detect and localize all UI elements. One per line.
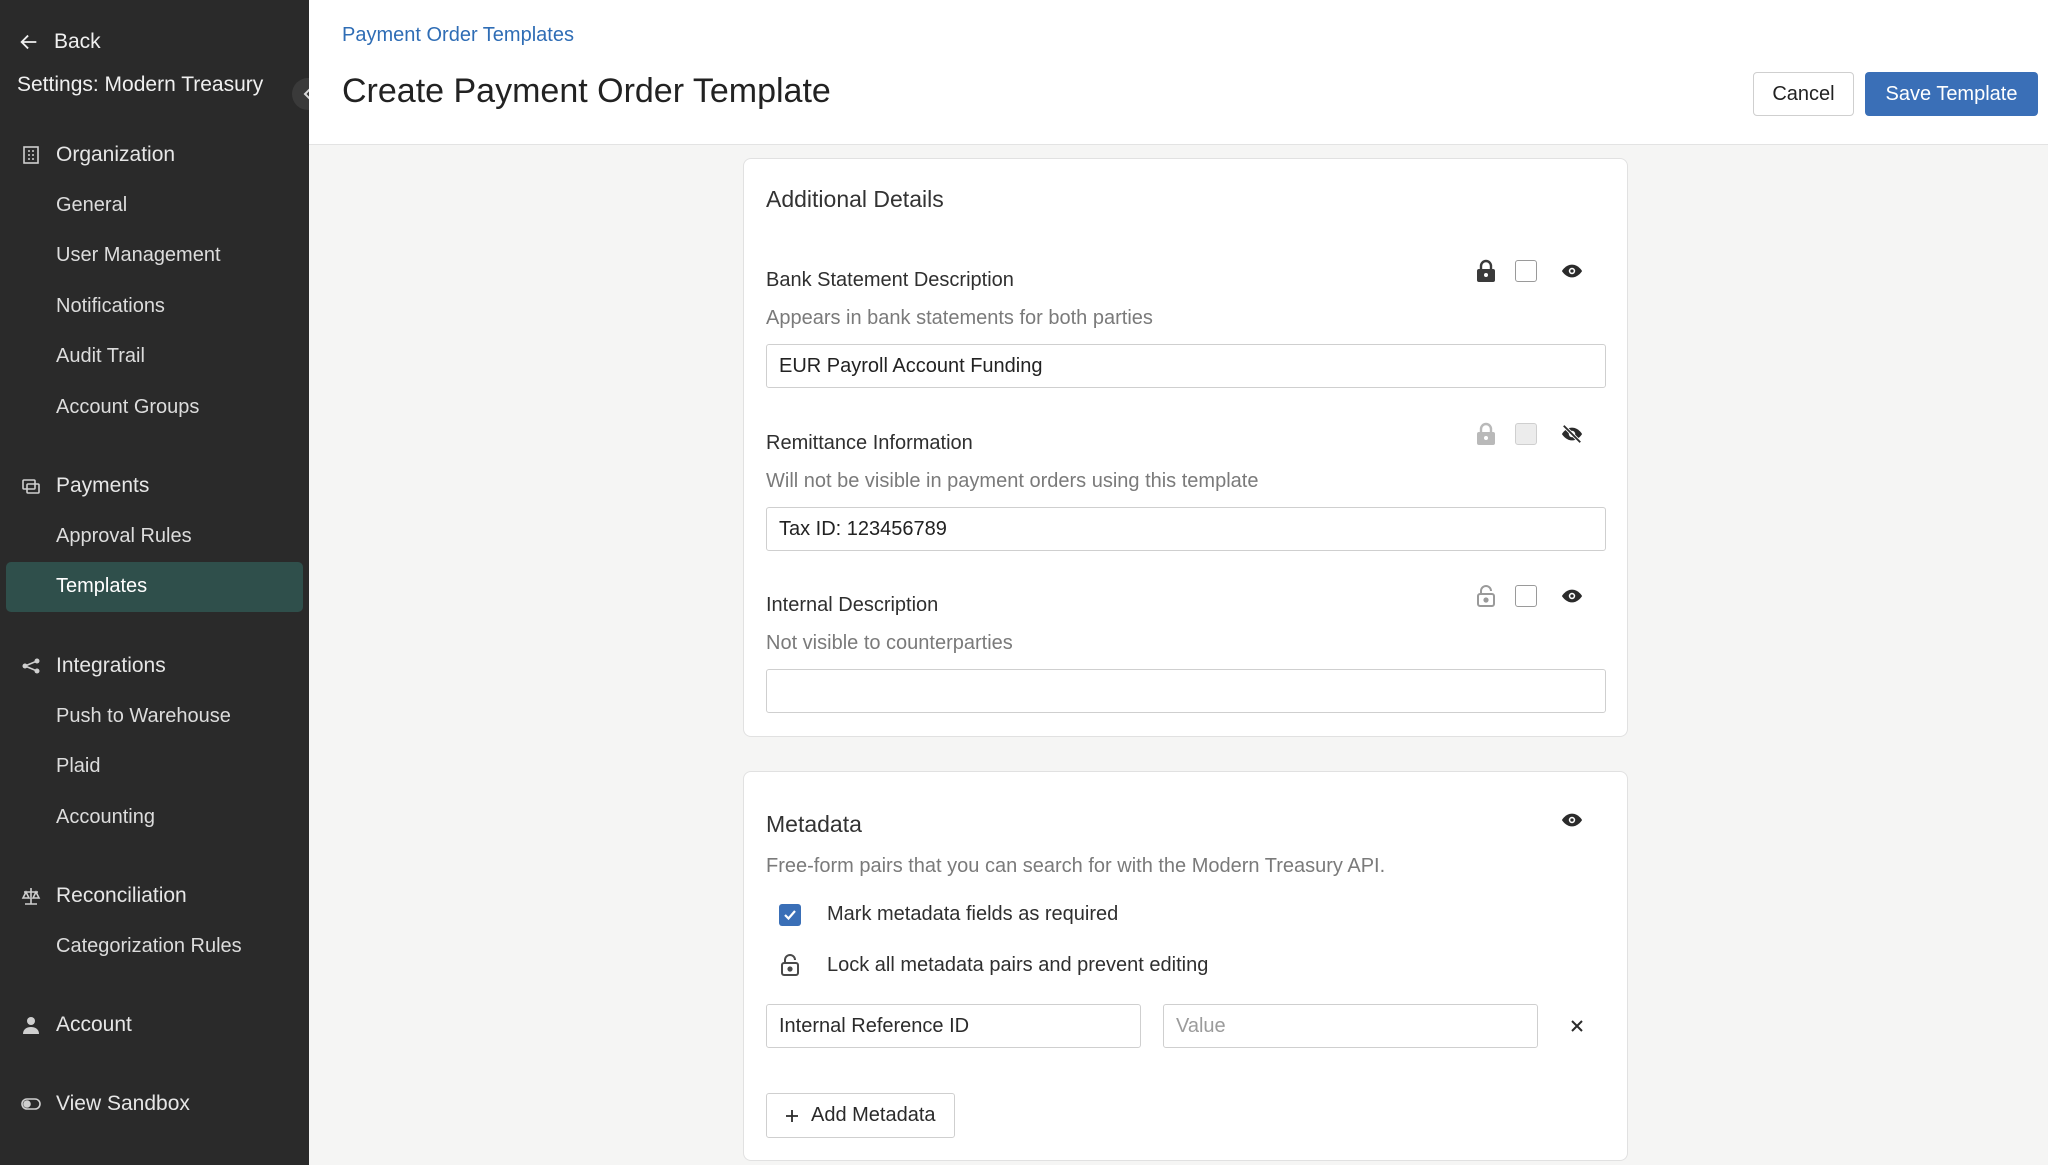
- integrations-icon: [20, 655, 42, 677]
- eye-off-icon[interactable]: [1557, 419, 1587, 449]
- section-label: Integrations: [56, 654, 166, 677]
- sidebar-section-account: Account: [0, 1000, 309, 1050]
- field-checkbox[interactable]: [1515, 260, 1537, 282]
- close-icon[interactable]: [1562, 1011, 1592, 1041]
- field-help: Will not be visible in payment orders us…: [766, 470, 1259, 492]
- field-label: Bank Statement Description: [766, 269, 1014, 291]
- lock-metadata-option[interactable]: Lock all metadata pairs and prevent edit…: [766, 953, 1208, 977]
- bank-statement-description-input[interactable]: EUR Payroll Account Funding: [766, 344, 1606, 388]
- chevron-left-icon: [303, 88, 309, 100]
- field-controls: [1471, 580, 1601, 612]
- sidebar-item-general[interactable]: General: [0, 180, 303, 231]
- sidebar-section-reconciliation: Reconciliation Categorization Rules: [0, 871, 309, 972]
- metadata-value-input[interactable]: Value: [1163, 1004, 1538, 1048]
- sidebar-item-categorization-rules[interactable]: Categorization Rules: [0, 921, 303, 972]
- lock-open-icon[interactable]: [1471, 581, 1501, 611]
- check-icon: [784, 909, 796, 920]
- arrow-left-icon: [20, 34, 37, 50]
- sidebar-item-plaid[interactable]: Plaid: [0, 742, 303, 793]
- sidebar-item-user-management[interactable]: User Management: [0, 231, 303, 282]
- sidebar-item-templates[interactable]: Templates: [6, 561, 303, 612]
- scale-icon: [20, 885, 42, 907]
- section-label: Organization: [56, 143, 176, 166]
- back-link[interactable]: Back: [18, 30, 101, 54]
- save-template-button[interactable]: Save Template: [1865, 72, 2038, 116]
- settings-title: Settings: Modern Treasury: [17, 73, 264, 96]
- card-title: Metadata: [766, 811, 862, 837]
- eye-icon[interactable]: [1557, 805, 1587, 835]
- sidebar-section-sandbox: View Sandbox: [0, 1079, 309, 1129]
- collapse-sidebar-button[interactable]: [292, 78, 309, 110]
- additional-details-card: Additional Details Bank Statement Descri…: [743, 158, 1628, 737]
- sidebar-item-payments[interactable]: Payments: [0, 461, 309, 511]
- breadcrumb[interactable]: Payment Order Templates: [342, 24, 574, 47]
- sidebar-section-integrations: Integrations Push to Warehouse Plaid Acc…: [0, 641, 309, 843]
- field-controls: [1471, 418, 1601, 450]
- field-checkbox[interactable]: [1515, 423, 1537, 445]
- section-label: View Sandbox: [56, 1092, 190, 1115]
- building-icon: [20, 144, 42, 166]
- sidebar-item-account[interactable]: Account: [0, 1000, 309, 1050]
- metadata-card: Metadata Free-form pairs that you can se…: [743, 771, 1628, 1161]
- cancel-button[interactable]: Cancel: [1753, 72, 1854, 116]
- section-label: Account: [56, 1013, 132, 1036]
- sidebar: Back Settings: Modern Treasury Organizat…: [0, 0, 309, 1165]
- field-help: Appears in bank statements for both part…: [766, 307, 1153, 329]
- section-label: Reconciliation: [56, 884, 187, 907]
- lock-label: Lock all metadata pairs and prevent edit…: [827, 953, 1209, 976]
- payments-icon: [20, 475, 42, 497]
- required-metadata-option[interactable]: Mark metadata fields as required: [766, 903, 1118, 926]
- page-title: Create Payment Order Template: [342, 72, 831, 110]
- sidebar-section-organization: Organization General User Management Not…: [0, 130, 309, 433]
- sidebar-item-organization[interactable]: Organization: [0, 130, 309, 180]
- field-checkbox[interactable]: [1515, 585, 1537, 607]
- metadata-key-input[interactable]: Internal Reference ID: [766, 1004, 1141, 1048]
- field-label: Remittance Information: [766, 432, 973, 454]
- add-metadata-label: Add Metadata: [811, 1104, 936, 1126]
- required-label: Mark metadata fields as required: [827, 903, 1119, 925]
- sidebar-item-push-to-warehouse[interactable]: Push to Warehouse: [0, 691, 303, 742]
- toggle-icon: [20, 1093, 42, 1115]
- metadata-controls: [1471, 804, 1601, 836]
- metadata-help: Free-form pairs that you can search for …: [766, 855, 1386, 877]
- sidebar-item-integrations[interactable]: Integrations: [0, 641, 309, 691]
- card-title: Additional Details: [766, 186, 944, 212]
- lock-open-icon[interactable]: [779, 953, 801, 977]
- sidebar-item-audit-trail[interactable]: Audit Trail: [0, 332, 303, 383]
- back-label: Back: [54, 30, 101, 53]
- sidebar-item-view-sandbox[interactable]: View Sandbox: [0, 1079, 309, 1129]
- main-content: Payment Order Templates Create Payment O…: [309, 0, 2048, 1165]
- field-help: Not visible to counterparties: [766, 632, 1013, 654]
- eye-icon[interactable]: [1557, 256, 1587, 286]
- sidebar-item-accounting[interactable]: Accounting: [0, 792, 303, 843]
- plus-icon: [786, 1109, 798, 1122]
- field-label: Internal Description: [766, 594, 939, 616]
- internal-description-input[interactable]: [766, 669, 1606, 713]
- sidebar-item-notifications[interactable]: Notifications: [0, 281, 303, 332]
- required-checkbox[interactable]: [779, 903, 801, 926]
- sidebar-section-payments: Payments Approval Rules Templates: [0, 461, 309, 612]
- sidebar-item-approval-rules[interactable]: Approval Rules: [0, 511, 303, 562]
- field-controls: [1471, 255, 1601, 287]
- user-icon: [20, 1014, 42, 1036]
- page-header: Payment Order Templates Create Payment O…: [309, 0, 2048, 145]
- sidebar-item-account-groups[interactable]: Account Groups: [0, 382, 303, 433]
- remittance-information-input[interactable]: Tax ID: 123456789: [766, 507, 1606, 551]
- eye-icon[interactable]: [1557, 581, 1587, 611]
- lock-icon[interactable]: [1471, 419, 1501, 449]
- add-metadata-button[interactable]: Add Metadata: [766, 1093, 955, 1138]
- sidebar-item-reconciliation[interactable]: Reconciliation: [0, 871, 309, 921]
- lock-icon[interactable]: [1471, 256, 1501, 286]
- section-label: Payments: [56, 474, 150, 497]
